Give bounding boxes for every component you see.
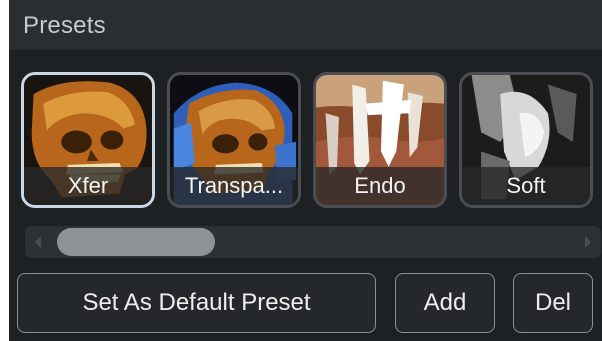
add-preset-button[interactable]: Add [395,273,495,333]
preset-label: Soft [462,167,590,205]
preset-thumb-soft[interactable]: Soft [459,72,593,208]
preset-thumb-xfer[interactable]: Xfer [21,72,155,208]
set-default-preset-button[interactable]: Set As Default Preset [17,273,376,333]
preset-label: Transpa... [170,167,298,205]
delete-preset-button[interactable]: Del [513,273,593,333]
preset-label: Xfer [24,167,152,205]
panel-title: Presets [23,12,106,39]
preset-label: Endo [316,167,444,205]
horizontal-scrollbar[interactable] [25,226,601,258]
scrollbar-thumb[interactable] [57,228,215,256]
scroll-right-arrow-icon[interactable] [585,236,591,248]
panel-header: Presets [9,0,602,51]
presets-thumbnail-strip: Xfer Transpa... Endo Soft [9,50,602,220]
preset-thumb-transparent[interactable]: Transpa... [167,72,301,208]
presets-panel: Presets Xfer Transpa... Endo Soft Set As… [9,0,602,341]
preset-thumb-endo[interactable]: Endo [313,72,447,208]
scroll-left-arrow-icon[interactable] [35,236,41,248]
